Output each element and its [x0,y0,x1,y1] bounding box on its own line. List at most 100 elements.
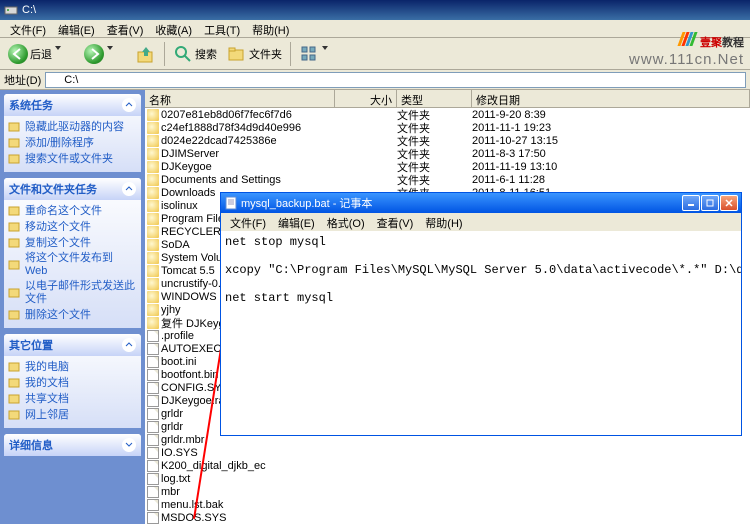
menu-item[interactable]: 帮助(H) [419,214,468,231]
file-icon [147,486,159,498]
task-label: 网上邻居 [25,409,69,422]
menu-item[interactable]: 收藏(A) [149,21,198,37]
file-folder-tasks-panel: 文件和文件夹任务 重命名这个文件移动这个文件复制这个文件将这个文件发布到 Web… [4,178,141,328]
folder-icon [147,200,159,212]
file-name: c24ef1888d78f34d9d40e996 [161,122,301,134]
folder-icon [147,278,159,290]
task-label: 移动这个文件 [25,221,91,234]
menu-item[interactable]: 编辑(E) [52,21,101,37]
task-link[interactable]: 共享文档 [8,391,137,407]
back-button[interactable]: 后退 [4,42,78,66]
notepad-body[interactable]: net stop mysql xcopy "C:\Program Files\M… [221,231,741,435]
task-link[interactable]: 我的文档 [8,375,137,391]
task-icon [8,376,22,390]
menu-item[interactable]: 查看(V) [101,21,150,37]
other-places-header[interactable]: 其它位置 [4,334,141,356]
task-link[interactable]: 搜索文件或文件夹 [8,151,137,167]
file-name: CONFIG.SYS [161,382,229,394]
file-name: .profile [161,330,194,342]
task-link[interactable]: 移动这个文件 [8,219,137,235]
task-icon [8,408,22,422]
search-button[interactable]: 搜索 [169,42,221,66]
logo-url: www.111cn.Net [629,51,744,68]
task-label: 我的文档 [25,377,69,390]
address-input[interactable] [45,72,746,88]
panel-title: 详细信息 [9,437,53,453]
collapse-icon[interactable] [122,338,136,352]
col-type[interactable]: 类型 [397,90,472,107]
menu-item[interactable]: 格式(O) [321,214,371,231]
file-row[interactable]: MSDOS.SYS [145,511,750,524]
maximize-button[interactable] [701,195,719,211]
panel-title: 其它位置 [9,337,53,353]
folder-icon [147,291,159,303]
minimize-button[interactable] [682,195,700,211]
menu-item[interactable]: 工具(T) [198,21,246,37]
task-link[interactable]: 隐藏此驱动器的内容 [8,119,137,135]
task-label: 添加/删除程序 [25,137,94,150]
task-label: 搜索文件或文件夹 [25,153,113,166]
notepad-title: mysql_backup.bat - 记事本 [241,195,372,211]
file-icon [147,382,159,394]
folders-button[interactable]: 文件夹 [223,42,286,66]
notepad-titlebar[interactable]: mysql_backup.bat - 记事本 [221,193,741,213]
file-folder-tasks-header[interactable]: 文件和文件夹任务 [4,178,141,200]
file-name: RECYCLER [161,226,221,238]
back-label: 后退 [30,46,52,62]
task-label: 将这个文件发布到 Web [25,252,137,278]
col-size[interactable]: 大小 [335,90,397,107]
task-icon [8,286,22,300]
file-name: DJKeygoe.rar [161,395,228,407]
task-link[interactable]: 添加/删除程序 [8,135,137,151]
address-bar: 地址(D) [0,70,750,90]
folder-icon [147,317,159,329]
close-button[interactable] [720,195,738,211]
file-row[interactable]: mbr [145,485,750,498]
task-icon [8,360,22,374]
file-icon [147,356,159,368]
file-date: 2011-11-1 19:23 [472,122,750,134]
file-icon [147,460,159,472]
menu-item[interactable]: 帮助(H) [246,21,295,37]
task-link[interactable]: 复制这个文件 [8,235,137,251]
address-label: 地址(D) [4,72,41,88]
file-row[interactable]: menu.lst.bak [145,498,750,511]
collapse-icon[interactable] [122,182,136,196]
menu-item[interactable]: 编辑(E) [272,214,321,231]
system-tasks-panel: 系统任务 隐藏此驱动器的内容添加/删除程序搜索文件或文件夹 [4,94,141,172]
col-date[interactable]: 修改日期 [472,90,750,107]
task-link[interactable]: 以电子邮件形式发送此文件 [8,279,137,307]
system-tasks-header[interactable]: 系统任务 [4,94,141,116]
file-row[interactable]: log.txt [145,472,750,485]
file-name: boot.ini [161,356,196,368]
file-row[interactable]: K200_digital_djkb_ec [145,459,750,472]
task-link[interactable]: 将这个文件发布到 Web [8,251,137,279]
task-link[interactable]: 重命名这个文件 [8,203,137,219]
details-header[interactable]: 详细信息 [4,434,141,456]
file-row[interactable]: IO.SYS [145,446,750,459]
views-button[interactable] [295,42,345,66]
file-name: grldr.mbr [161,434,204,446]
folder-icon [147,187,159,199]
file-name: grldr [161,421,183,433]
folder-icon [147,122,159,134]
file-date: 2011-6-1 11:28 [472,174,750,186]
task-link[interactable]: 我的电脑 [8,359,137,375]
file-icon [147,434,159,446]
menu-item[interactable]: 文件(F) [224,214,272,231]
task-link[interactable]: 删除这个文件 [8,307,137,323]
collapse-icon[interactable] [122,98,136,112]
chevron-down-icon [54,44,74,64]
other-places-panel: 其它位置 我的电脑我的文档共享文档网上邻居 [4,334,141,428]
col-name[interactable]: 名称 [145,90,335,107]
forward-button[interactable] [80,42,130,66]
expand-icon[interactable] [122,438,136,452]
menu-item[interactable]: 文件(F) [4,21,52,37]
file-name: mbr [161,486,180,498]
menu-item[interactable]: 查看(V) [371,214,420,231]
task-link[interactable]: 网上邻居 [8,407,137,423]
notepad-icon [224,196,238,210]
up-button[interactable] [132,42,160,66]
file-icon [147,343,159,355]
file-name: grldr [161,408,183,420]
